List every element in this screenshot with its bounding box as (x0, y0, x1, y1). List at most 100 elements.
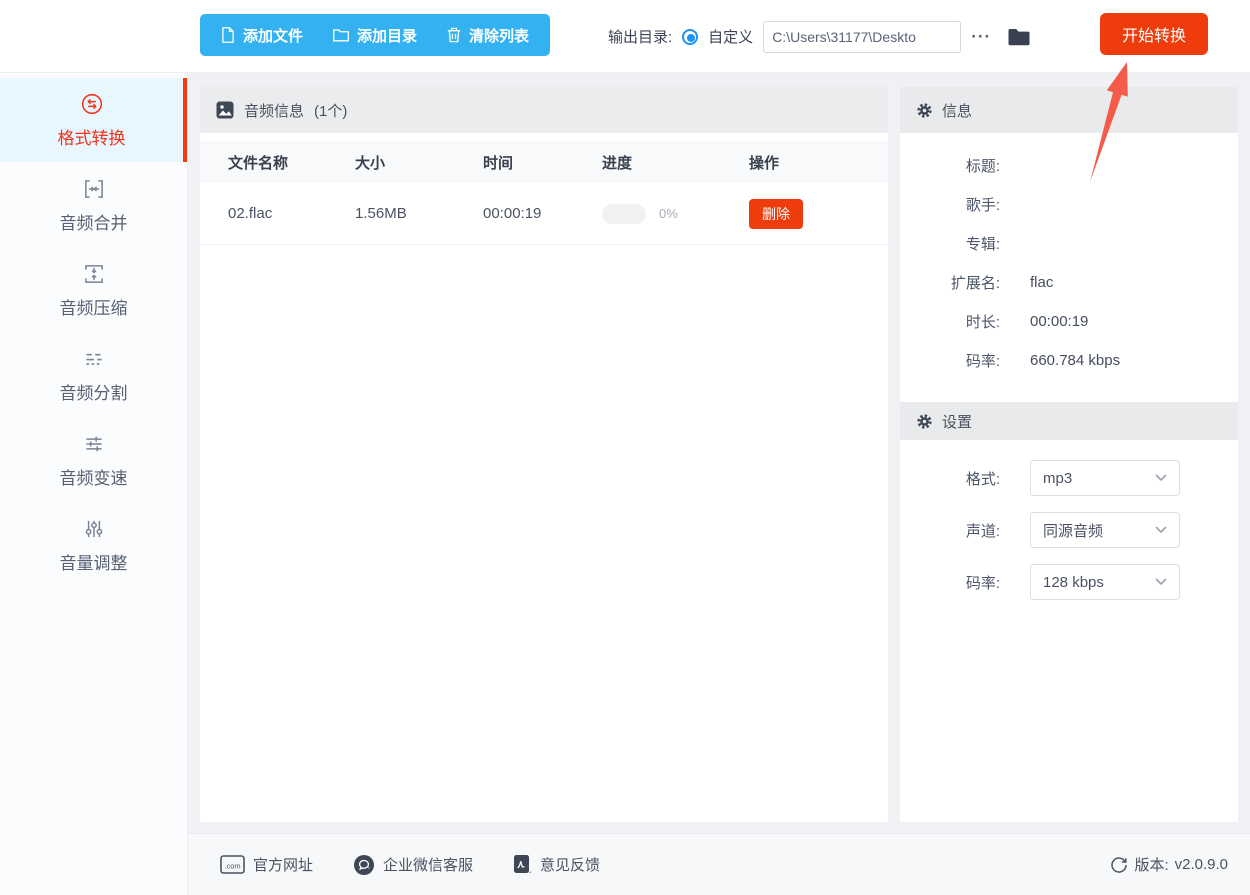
version-info: 版本: v2.0.9.0 (1110, 854, 1250, 875)
info-label: 码率: (965, 353, 1000, 370)
info-section-header: 信息 (900, 87, 1238, 133)
official-site-label: 官方网址 (253, 857, 314, 874)
column-size: 大小 (355, 154, 386, 172)
column-progress: 进度 (602, 154, 633, 172)
audio-compress-icon (81, 261, 107, 287)
sidebar-item-audio-split[interactable]: 音频分割 (0, 333, 187, 417)
com-badge: .com (224, 862, 240, 871)
audio-info-header: 音频信息 (1个) (200, 87, 888, 133)
info-row-extension: 扩展名: flac (900, 263, 1238, 302)
info-label: 标题: (965, 158, 1000, 175)
chevron-down-icon (1155, 578, 1167, 586)
delete-button[interactable]: 删除 (749, 198, 803, 229)
trash-icon (447, 27, 461, 43)
file-icon (221, 27, 235, 43)
info-value: flac (1030, 274, 1054, 291)
start-convert-button[interactable]: 开始转换 (1100, 13, 1208, 55)
open-folder-button[interactable] (1007, 27, 1031, 47)
wechat-support-link[interactable]: 企业微信客服 (353, 854, 473, 876)
table-row: 02.flac 1.56MB 00:00:19 0% 删除 (200, 183, 888, 245)
version-value: v2.0.9.0 (1174, 856, 1228, 873)
sidebar-item-audio-compress[interactable]: 音频压缩 (0, 248, 187, 332)
table-header: 文件名称 大小 时间 进度 操作 (200, 141, 888, 183)
chevron-down-icon (1155, 526, 1167, 534)
channel-select-value: 同源音频 (1043, 522, 1104, 540)
format-convert-icon (79, 91, 105, 117)
info-label: 时长: (965, 314, 1000, 331)
volume-adjust-icon (81, 516, 107, 542)
folder-outline-icon (333, 28, 349, 42)
cell-time: 00:00:19 (483, 205, 542, 222)
info-label: 专辑: (965, 236, 1000, 253)
sidebar-item-label: 格式转换 (57, 129, 126, 148)
feedback-label: 意见反馈 (540, 857, 601, 874)
column-time: 时间 (483, 154, 514, 172)
sidebar-item-label: 音频压缩 (59, 299, 128, 318)
setting-row-channel: 声道: 同源音频 (900, 504, 1238, 556)
format-select[interactable]: mp3 (1030, 460, 1180, 496)
sidebar-item-label: 音频变速 (59, 469, 128, 488)
audio-merge-icon (81, 176, 107, 202)
wechat-support-label: 企业微信客服 (383, 857, 474, 874)
info-row-album: 专辑: (900, 224, 1238, 263)
clear-list-label: 清除列表 (469, 27, 530, 45)
chevron-down-icon (1155, 474, 1167, 482)
custom-radio[interactable] (682, 28, 699, 45)
file-actions-group: 添加文件 添加目录 清除列表 (200, 14, 551, 56)
bitrate-select[interactable]: 128 kbps (1030, 564, 1180, 600)
column-action: 操作 (749, 154, 780, 172)
image-icon (216, 101, 234, 119)
version-label: 版本: (1134, 857, 1169, 874)
file-count: (1个) (314, 102, 348, 120)
gear-icon (916, 413, 933, 430)
info-value: 660.784 kbps (1030, 352, 1121, 369)
info-row-title: 标题: (900, 146, 1238, 185)
clear-list-button[interactable]: 清除列表 (432, 14, 544, 56)
add-file-button[interactable]: 添加文件 (206, 14, 318, 56)
sidebar-item-label: 音频分割 (59, 384, 128, 403)
column-file-name: 文件名称 (228, 154, 289, 172)
setting-row-bitrate: 码率: 128 kbps (900, 556, 1238, 608)
panel-title: 音频信息 (244, 102, 305, 120)
sidebar-item-audio-speed[interactable]: 音频变速 (0, 418, 187, 502)
info-label: 扩展名: (950, 275, 1000, 292)
refresh-icon[interactable] (1110, 856, 1128, 874)
sidebar: 格式转换 音频合并 音频压缩 音频分割 音频变速 音量调整 (0, 73, 188, 895)
official-site-link[interactable]: .com 官方网址 (220, 854, 313, 875)
output-directory-row: 输出目录: 自定义 ··· (608, 0, 1031, 73)
cell-action: 删除 (749, 198, 888, 229)
sidebar-item-audio-merge[interactable]: 音频合并 (0, 163, 187, 247)
audio-file-panel: 音频信息 (1个) 文件名称 大小 时间 进度 操作 02.flac 1.56M… (200, 87, 888, 822)
custom-radio-label: 自定义 (708, 29, 754, 46)
info-row-bitrate: 码率: 660.784 kbps (900, 341, 1238, 380)
info-row-duration: 时长: 00:00:19 (900, 302, 1238, 341)
footer: .com 官方网址 企业微信客服 意见反馈 版本: v2.0.9.0 (188, 833, 1250, 895)
feedback-link[interactable]: 意见反馈 (513, 854, 600, 875)
channel-select[interactable]: 同源音频 (1030, 512, 1180, 548)
audio-split-icon (81, 346, 107, 372)
progress-text: 0% (659, 206, 678, 221)
settings-section-title: 设置 (942, 413, 973, 431)
sidebar-item-volume-adjust[interactable]: 音量调整 (0, 503, 187, 587)
cell-size: 1.56MB (355, 205, 407, 222)
info-value: 00:00:19 (1030, 313, 1089, 330)
bitrate-select-value: 128 kbps (1043, 573, 1104, 591)
settings-section-header: 设置 (900, 402, 1238, 440)
add-directory-label: 添加目录 (357, 27, 418, 45)
browse-more-button[interactable]: ··· (971, 28, 991, 45)
cell-file-name: 02.flac (228, 205, 273, 222)
output-path-input[interactable] (763, 20, 962, 53)
info-section-title: 信息 (942, 102, 973, 120)
format-select-value: mp3 (1043, 469, 1073, 487)
sidebar-item-format-convert[interactable]: 格式转换 (0, 78, 187, 162)
toolbar: 添加文件 添加目录 清除列表 输出目录: 自定义 ··· (0, 0, 1250, 73)
setting-label: 格式: (965, 470, 1000, 488)
sidebar-item-label: 音频合并 (59, 214, 128, 233)
details-panel: 信息 标题: 歌手: 专辑: 扩展名: flac 时长: 00:00:19 码率… (900, 87, 1238, 822)
add-directory-button[interactable]: 添加目录 (318, 14, 432, 56)
setting-label: 声道: (965, 522, 1000, 540)
progress-bar (602, 203, 646, 224)
sidebar-item-label: 音量调整 (59, 554, 128, 573)
add-file-label: 添加文件 (243, 27, 304, 45)
cell-progress: 0% (602, 203, 749, 224)
